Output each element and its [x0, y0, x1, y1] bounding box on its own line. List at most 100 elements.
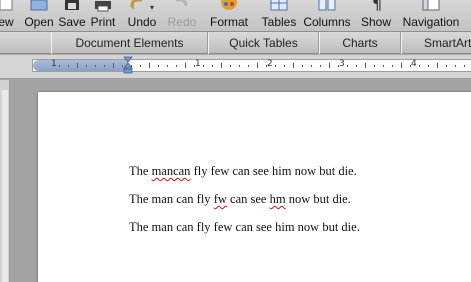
- ruler-tick: [167, 65, 168, 67]
- format-palette-icon: [219, 0, 239, 12]
- svg-text:¶: ¶: [372, 0, 382, 12]
- columns-icon: [317, 0, 337, 12]
- misspelled-word[interactable]: fw: [214, 192, 227, 206]
- ruler-tick: [329, 63, 330, 68]
- navigation-pane-icon: [421, 0, 441, 12]
- ruler-tick: [365, 63, 366, 68]
- navigation-button-label: Navigation: [402, 15, 460, 29]
- standard-toolbar: ew Open Save Print ▾ Undo Redo: [0, 0, 471, 32]
- ruler-tick: [401, 63, 402, 68]
- ruler-number: 1: [51, 59, 57, 69]
- text-run: The man can fly few can see him now but …: [129, 220, 360, 234]
- navigation-button[interactable]: Navigation: [398, 0, 464, 31]
- ruler-tick: [248, 65, 249, 67]
- vertical-ruler-strip: [2, 90, 8, 282]
- print-button[interactable]: Print: [88, 0, 118, 31]
- ruler-tick: [221, 63, 222, 68]
- ruler-tick: [320, 65, 321, 67]
- ruler-tick: [149, 63, 150, 68]
- ruler-tick: [68, 65, 69, 67]
- ruler-tick: [239, 65, 240, 67]
- ribbon-tab-bar: Document Elements Quick Tables Charts Sm…: [0, 32, 471, 54]
- tab-smartart[interactable]: SmartArt: [401, 32, 471, 54]
- tab-document-elements[interactable]: Document Elements: [51, 32, 208, 54]
- ruler-tick: [392, 65, 393, 67]
- ruler-tick: [194, 65, 195, 67]
- text-run: The man can fly: [129, 192, 214, 206]
- undo-dropdown-icon[interactable]: ▾: [150, 3, 154, 12]
- ruler-number: 2: [267, 59, 273, 69]
- document-line[interactable]: The man can fly few can see him now but …: [129, 220, 360, 235]
- ruler-tick: [230, 65, 231, 67]
- indent-marker[interactable]: [123, 56, 133, 78]
- undo-button-label: Undo: [127, 15, 157, 29]
- ruler-tick: [275, 65, 276, 67]
- text-run: can see: [226, 192, 270, 206]
- ruler-tick: [212, 65, 213, 67]
- ruler-tick: [428, 65, 429, 67]
- document-page[interactable]: The mancan fly few can see him now but d…: [38, 92, 471, 282]
- ruler-tick: [113, 63, 114, 68]
- ruler-tick: [203, 65, 204, 67]
- print-button-label: Print: [90, 15, 116, 29]
- undo-button[interactable]: ▾ Undo: [122, 0, 162, 31]
- save-icon: [62, 0, 82, 12]
- open-button[interactable]: Open: [22, 0, 56, 31]
- save-button[interactable]: Save: [57, 0, 87, 31]
- ruler-tick: [338, 65, 339, 67]
- save-button-label: Save: [58, 15, 86, 29]
- table-icon: [269, 0, 289, 12]
- ruler-tick: [455, 65, 456, 67]
- printer-icon: [93, 0, 113, 12]
- misspelled-word[interactable]: mancan: [152, 164, 191, 178]
- columns-button-label: Columns: [303, 15, 351, 29]
- text-run: The: [129, 164, 152, 178]
- undo-icon: [126, 0, 146, 12]
- show-button[interactable]: ¶ Show: [358, 0, 394, 31]
- ruler-tick: [158, 65, 159, 67]
- redo-button-label: Redo: [167, 15, 197, 29]
- ruler-tick: [302, 65, 303, 67]
- ruler-track: 1 1 2 3 4: [32, 59, 471, 72]
- tables-button[interactable]: Tables: [258, 0, 300, 31]
- misspelled-word[interactable]: hm: [270, 192, 286, 206]
- document-line[interactable]: The mancan fly few can see him now but d…: [129, 164, 357, 179]
- ruler-tick: [293, 63, 294, 68]
- format-button[interactable]: Format: [206, 0, 252, 31]
- tab-quick-tables[interactable]: Quick Tables: [208, 32, 319, 54]
- ruler-tick: [437, 63, 438, 68]
- new-document-icon: [0, 0, 16, 12]
- text-run: now but die.: [285, 192, 351, 206]
- ruler-tick: [356, 65, 357, 67]
- pilcrow-icon: ¶: [366, 0, 386, 13]
- new-button[interactable]: ew: [0, 0, 18, 31]
- ruler-tick: [419, 65, 420, 67]
- ruler-tick: [185, 63, 186, 68]
- horizontal-ruler[interactable]: 1 1 2 3 4: [0, 55, 471, 79]
- ruler-number: 1: [195, 59, 201, 69]
- ruler-tick: [374, 65, 375, 67]
- text-run: fly few can see him now but die.: [190, 164, 357, 178]
- show-button-label: Show: [360, 15, 392, 29]
- tab-charts[interactable]: Charts: [319, 32, 401, 54]
- ruler-tick: [95, 65, 96, 67]
- ruler-tick: [86, 65, 87, 67]
- ruler-tick: [284, 65, 285, 67]
- open-folder-icon: [29, 0, 49, 12]
- ruler-number: 3: [339, 59, 345, 69]
- redo-button[interactable]: Redo: [164, 0, 200, 31]
- ruler-tick: [383, 65, 384, 67]
- vertical-ruler[interactable]: [0, 80, 10, 282]
- ruler-tick: [347, 65, 348, 67]
- document-line[interactable]: The man can fly fw can see hm now but di…: [129, 192, 351, 207]
- columns-button[interactable]: Columns: [301, 0, 353, 31]
- tables-button-label: Tables: [261, 15, 297, 29]
- ruler-tick: [140, 65, 141, 67]
- ruler-tick: [257, 63, 258, 68]
- ruler-tick: [77, 63, 78, 68]
- ruler-tick: [266, 65, 267, 67]
- redo-icon: [172, 0, 192, 12]
- format-button-label: Format: [209, 15, 248, 29]
- new-button-label: ew: [0, 15, 14, 29]
- ruler-number: 4: [411, 59, 417, 69]
